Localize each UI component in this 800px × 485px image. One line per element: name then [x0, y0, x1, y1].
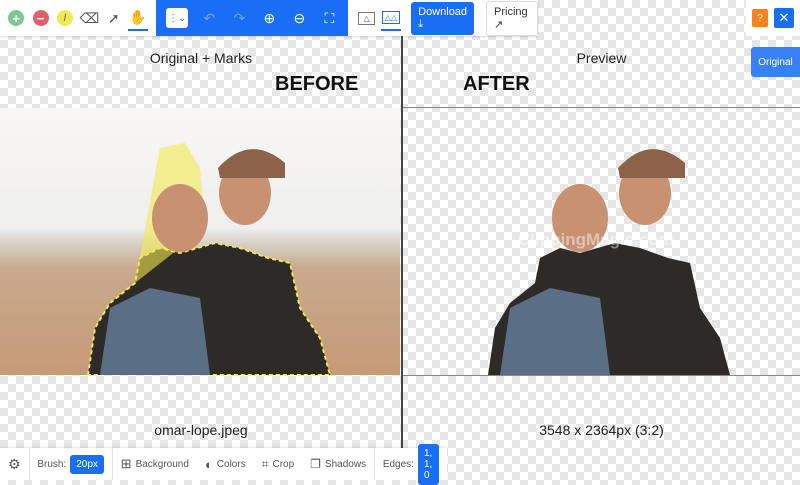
pointer-icon: ➚ [107, 9, 120, 26]
fit-screen-icon: ⛶ [324, 9, 335, 26]
hand-icon: ✋ [129, 8, 147, 25]
hair-brush-icon: / [56, 10, 73, 26]
redo-button[interactable]: ↷ [226, 5, 252, 31]
bottom-toolbar: ⚙ Brush: 20px ⊞ Background ◐ Colors ⌗ Crop ❐… [0, 443, 447, 485]
brush-size-control[interactable]: Brush: 20px [29, 448, 112, 480]
eraser-tool[interactable]: ⌫ [79, 5, 99, 31]
crop-icon: ⌗ [261, 456, 269, 471]
keep-marker-tool[interactable]: + [6, 5, 26, 31]
pan-tool[interactable]: ✋ [127, 5, 149, 31]
shadows-label: Shadows [324, 458, 367, 470]
crop-label: Crop [272, 458, 295, 470]
download-label: Download [418, 5, 468, 18]
chevron-down-icon: ⋮⌄ [168, 12, 187, 24]
redo-icon: ↷ [233, 9, 246, 26]
hair-marker-tool[interactable]: / [55, 5, 75, 31]
shadows-button[interactable]: ❐ Shadows [302, 448, 374, 480]
split-view-button[interactable]: △△ [380, 5, 402, 31]
pricing-button[interactable]: Pricing ↗ [486, 0, 539, 36]
zoom-in-button[interactable]: ⊕ [256, 5, 282, 31]
minus-icon: − [32, 10, 49, 26]
view-tools-group: ⋮⌄ ↶ ↷ ⊕ ⊖ ⛶ [156, 0, 349, 36]
undo-icon: ↶ [203, 9, 216, 26]
after-annotation: AFTER [463, 73, 530, 95]
dimensions-label: 3548 x 2364px (3:2) [539, 422, 664, 438]
brush-label: Brush: [37, 458, 67, 470]
filename-label: omar-lope.jpeg [154, 422, 248, 438]
colors-label: Colors [216, 458, 246, 470]
settings-button[interactable]: ⚙ [0, 448, 29, 480]
zoom-out-button[interactable]: ⊖ [286, 5, 312, 31]
single-view-button[interactable]: △ [356, 5, 376, 31]
before-annotation: BEFORE [275, 73, 359, 95]
undo-button[interactable]: ↶ [196, 5, 222, 31]
single-view-icon: △ [358, 11, 375, 25]
background-label: Background [135, 458, 189, 470]
grid-icon: ⊞ [120, 456, 132, 471]
zoom-in-icon: ⊕ [263, 9, 276, 26]
top-toolbar: + − / ⌫ ➚ ✋ ⋮⌄ ↶ ↷ ⊕ ⊖ ⛶ △ △△ Download ⤓… [0, 0, 539, 36]
preview-image[interactable]: ClippingMagic.com [403, 108, 800, 375]
scalpel-tool[interactable]: ➚ [104, 5, 124, 31]
brush-size-value[interactable]: 20px [70, 454, 104, 474]
shadow-icon: ❐ [310, 457, 321, 471]
right-panel-title: Preview [576, 50, 627, 66]
help-button[interactable]: ? [752, 9, 768, 27]
zoom-out-icon: ⊖ [293, 9, 306, 26]
edges-value[interactable]: 1, 1, 0 [417, 443, 439, 485]
fit-button[interactable]: ⛶ [316, 5, 342, 31]
preview-bottom-edge [403, 375, 800, 376]
contrast-icon: ◐ [204, 456, 213, 472]
gear-icon: ⚙ [8, 455, 21, 472]
remove-marker-tool[interactable]: − [30, 5, 50, 31]
pricing-label: Pricing [494, 5, 528, 18]
left-panel-title: Original + Marks [149, 50, 253, 66]
plus-icon: + [8, 10, 25, 26]
colors-button[interactable]: ◐ Colors [197, 448, 254, 480]
eraser-icon: ⌫ [79, 9, 100, 26]
original-image[interactable] [0, 108, 400, 375]
external-link-icon: ↗ [494, 18, 504, 31]
split-view-icon: △△ [381, 10, 401, 24]
edges-control[interactable]: Edges: 1, 1, 0 [375, 443, 447, 485]
close-button[interactable]: ✕ [774, 8, 794, 28]
options-dropdown[interactable]: ⋮⌄ [166, 8, 189, 28]
window-controls: ? ✕ [746, 0, 800, 36]
watermark: ClippingMagic.com [518, 230, 674, 249]
subject-with-marks [86, 143, 332, 375]
download-icon: ⤓ [418, 17, 423, 30]
crop-button[interactable]: ⌗ Crop [254, 448, 302, 480]
edges-label: Edges: [382, 458, 414, 470]
background-button[interactable]: ⊞ Background [113, 448, 197, 480]
download-button[interactable]: Download ⤓ [411, 1, 475, 35]
